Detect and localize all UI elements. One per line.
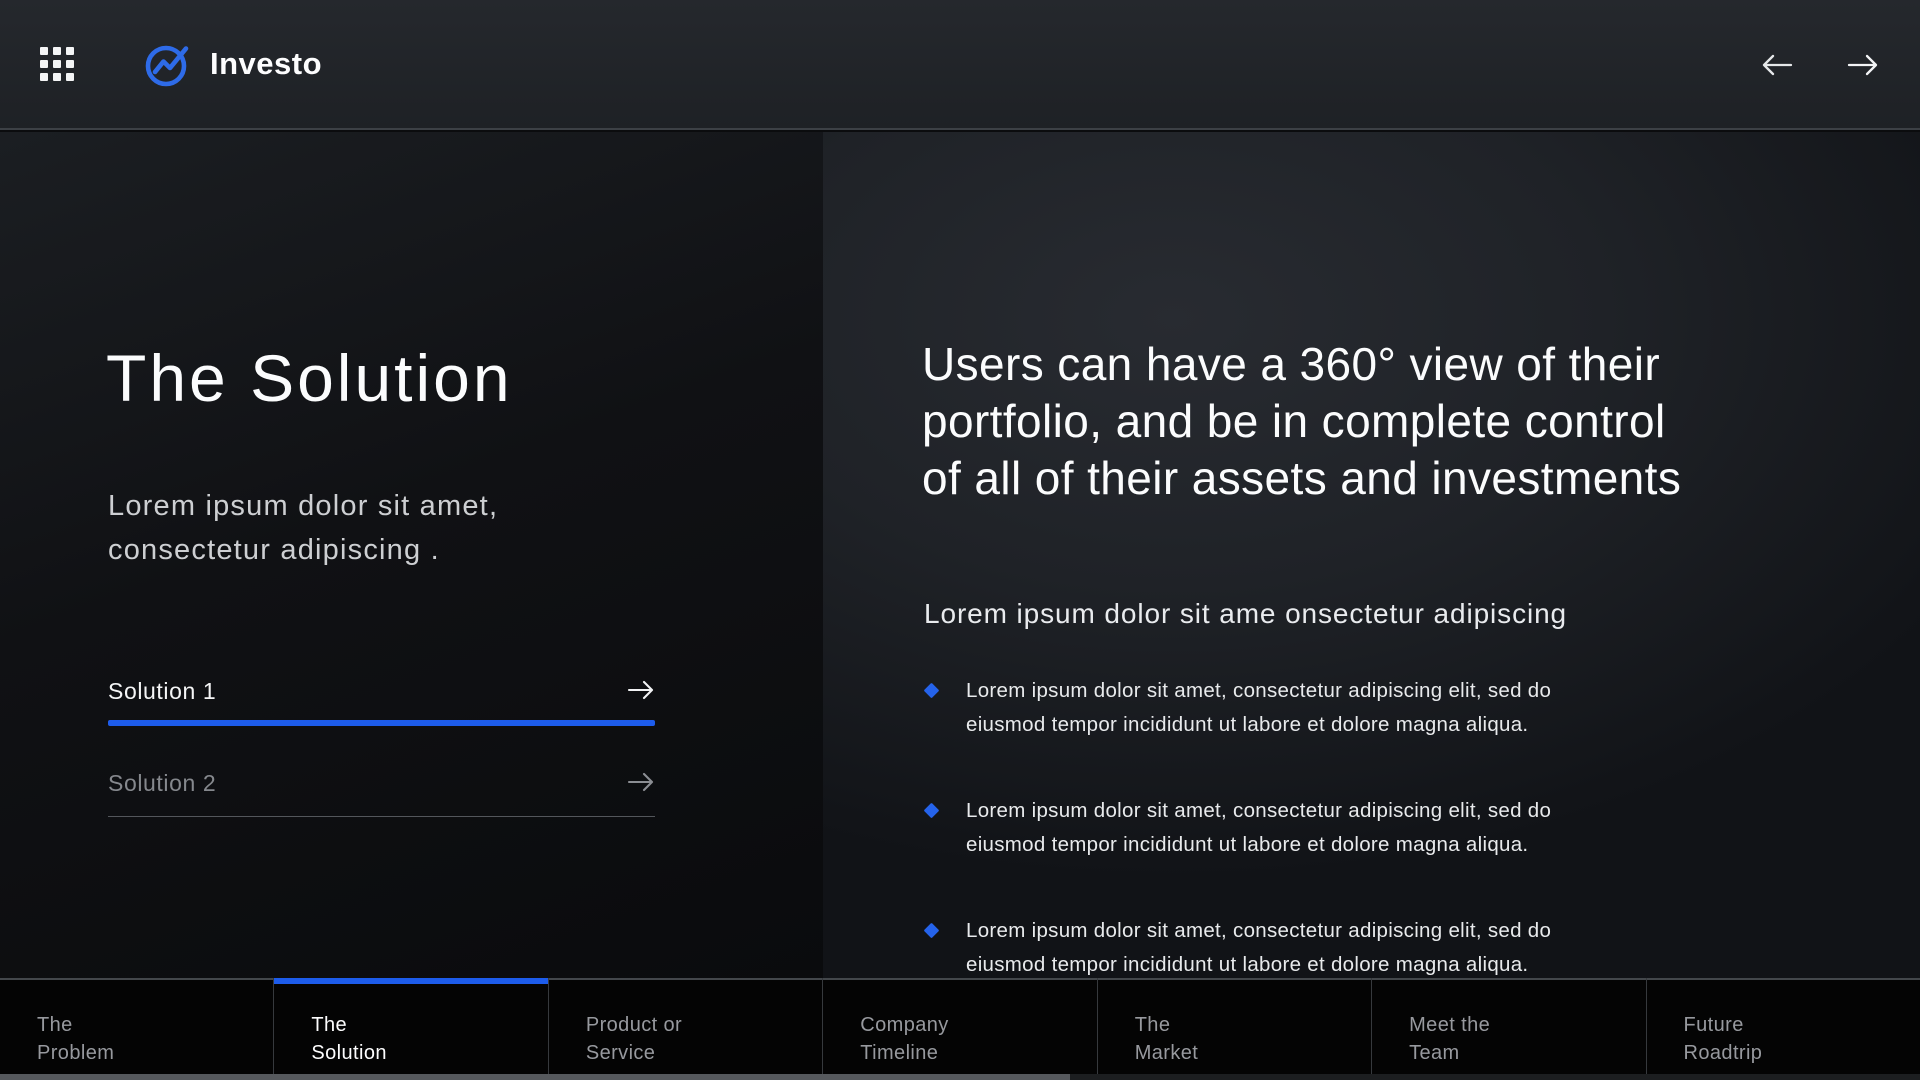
grid-dot [53, 60, 61, 68]
bullet-text: Lorem ipsum dolor sit amet, consectetur … [966, 919, 1551, 976]
bullet-text: Lorem ipsum dolor sit amet, consectetur … [966, 799, 1551, 856]
tab-label: Future [1684, 1011, 1920, 1039]
solution-2-label: Solution 2 [108, 770, 216, 797]
solution-item-2[interactable]: Solution 2 [108, 770, 655, 817]
tab-label: The [311, 1011, 547, 1039]
tab-label: Service [586, 1039, 822, 1067]
investo-logo: Investo [144, 40, 322, 88]
solution-1-label: Solution 1 [108, 678, 216, 705]
investo-chart-icon [144, 40, 192, 88]
tab-future-roadtrip[interactable]: Future Roadtrip [1647, 978, 1920, 1074]
presentation-app: Investo The Solution Lo [0, 0, 1920, 1080]
tab-company-timeline[interactable]: Company Timeline [823, 978, 1097, 1074]
arrow-right-icon [1846, 65, 1880, 80]
slide-navigation [1756, 0, 1884, 130]
apps-grid-icon[interactable] [40, 47, 74, 81]
slide-tabs-bar: The Problem The Solution Product or Serv… [0, 978, 1920, 1074]
tab-the-market[interactable]: The Market [1098, 978, 1372, 1074]
solution-item-1[interactable]: Solution 1 [108, 678, 655, 726]
tab-label: Company [860, 1011, 1096, 1039]
grid-dot [53, 73, 61, 81]
slide-subheadline: Lorem ipsum dolor sit ame onsectetur adi… [924, 598, 1567, 630]
tab-label: The [1135, 1011, 1371, 1039]
diamond-bullet-icon [924, 923, 940, 939]
slide-subtitle: Lorem ipsum dolor sit amet, consectetur … [108, 484, 598, 572]
arrow-right-icon [627, 771, 655, 796]
grid-dot [40, 47, 48, 55]
bullet-text: Lorem ipsum dolor sit amet, consectetur … [966, 679, 1551, 736]
headline-line: Users can have a 360° view of their [922, 336, 1822, 393]
active-solution-underline [108, 720, 655, 726]
grid-dot [40, 73, 48, 81]
horizontal-scrollbar-thumb[interactable] [0, 1074, 1070, 1080]
previous-slide-button[interactable] [1756, 49, 1798, 81]
tab-label: Solution [311, 1039, 547, 1067]
slide-headline: Users can have a 360° view of their port… [922, 336, 1822, 507]
arrow-right-icon [627, 679, 655, 704]
slide-right-panel: Users can have a 360° view of their port… [823, 132, 1920, 978]
slide-content: The Solution Lorem ipsum dolor sit amet,… [0, 132, 1920, 978]
tab-label: Roadtrip [1684, 1039, 1920, 1067]
grid-dot [53, 47, 61, 55]
headline-line: of all of their assets and investments [922, 450, 1822, 507]
slide-left-panel: The Solution Lorem ipsum dolor sit amet,… [0, 132, 823, 978]
grid-dot [66, 60, 74, 68]
tab-the-solution[interactable]: The Solution [274, 978, 548, 1074]
tab-label: Meet the [1409, 1011, 1645, 1039]
tab-product-or-service[interactable]: Product or Service [549, 978, 823, 1074]
tab-label: Timeline [860, 1039, 1096, 1067]
bullet-item: Lorem ipsum dolor sit amet, consectetur … [924, 674, 1584, 742]
top-bar: Investo [0, 0, 1920, 130]
tab-the-problem[interactable]: The Problem [0, 978, 274, 1074]
next-slide-button[interactable] [1842, 49, 1884, 81]
grid-dot [66, 73, 74, 81]
tab-label: Product or [586, 1011, 822, 1039]
solution-list: Solution 1 Solution 2 [108, 678, 655, 817]
grid-dot [66, 47, 74, 55]
inactive-solution-underline [108, 816, 655, 817]
tab-label: The [37, 1011, 273, 1039]
tab-meet-the-team[interactable]: Meet the Team [1372, 978, 1646, 1074]
app-name: Investo [210, 46, 322, 82]
headline-line: portfolio, and be in complete control [922, 393, 1822, 450]
horizontal-scrollbar-track[interactable] [0, 1074, 1920, 1080]
tab-label: Team [1409, 1039, 1645, 1067]
diamond-bullet-icon [924, 683, 940, 699]
grid-dot [40, 60, 48, 68]
tab-label: Problem [37, 1039, 273, 1067]
bullet-item: Lorem ipsum dolor sit amet, consectetur … [924, 794, 1584, 862]
bullet-item: Lorem ipsum dolor sit amet, consectetur … [924, 914, 1584, 982]
diamond-bullet-icon [924, 803, 940, 819]
tab-label: Market [1135, 1039, 1371, 1067]
slide-title: The Solution [106, 340, 513, 416]
arrow-left-icon [1760, 65, 1794, 80]
